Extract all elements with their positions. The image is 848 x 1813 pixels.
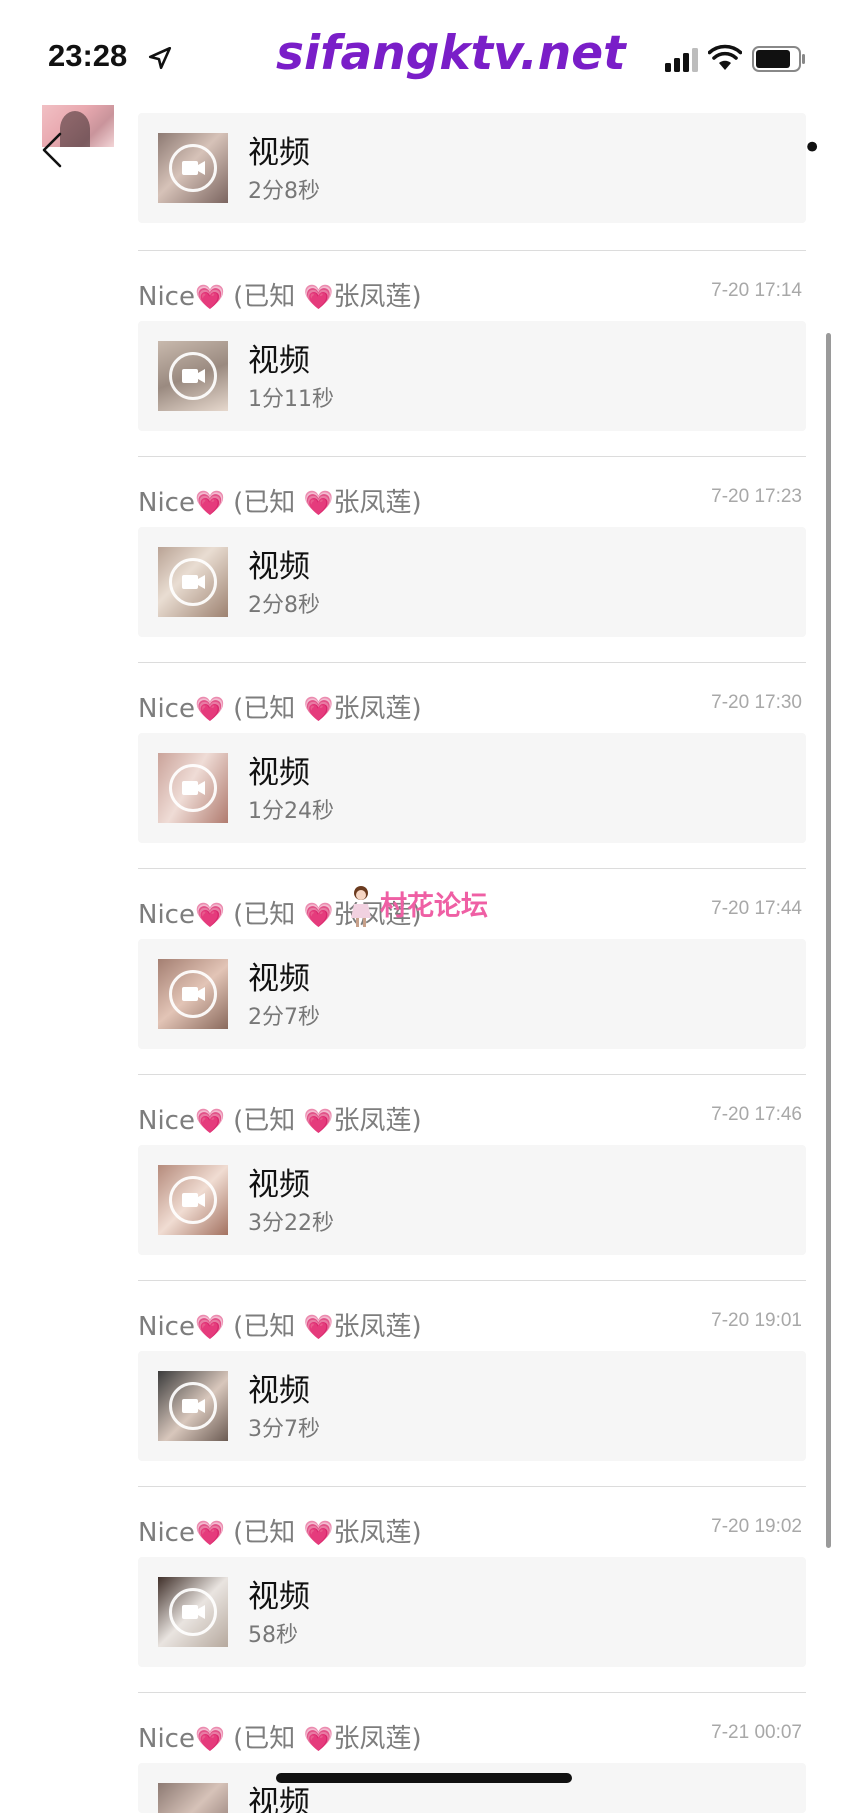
divider — [138, 456, 806, 457]
message-time: 7-20 17:44 — [711, 898, 802, 919]
heart-icon: 💗 — [303, 695, 334, 723]
heart-icon: 💗 — [194, 901, 225, 929]
heart-icon: 💗 — [303, 283, 334, 311]
video-card[interactable]: 视频 3分22秒 — [138, 1145, 806, 1255]
video-card[interactable]: 视频 1分11秒 — [138, 321, 806, 431]
cellular-signal-icon — [665, 48, 698, 72]
heart-icon: 💗 — [194, 695, 225, 723]
video-camera-icon — [169, 558, 217, 606]
heart-icon: 💗 — [194, 1107, 225, 1135]
video-camera-icon — [169, 1176, 217, 1224]
forum-watermark-text: 村花论坛 — [380, 891, 488, 922]
scrollbar[interactable] — [826, 333, 831, 1548]
video-duration: 3分7秒 — [248, 1417, 320, 1442]
video-camera-icon — [169, 1588, 217, 1636]
video-card[interactable]: 视频 1分24秒 — [138, 733, 806, 843]
video-duration: 1分24秒 — [248, 799, 334, 824]
sender-name: Nice💗 (已知 💗张凤莲) — [138, 1106, 422, 1136]
video-card[interactable]: 视频 3分7秒 — [138, 1351, 806, 1461]
video-thumbnail — [158, 1783, 228, 1813]
video-duration: 3分22秒 — [248, 1211, 334, 1236]
message-time: 7-20 19:02 — [711, 1516, 802, 1537]
video-thumbnail — [158, 1165, 228, 1235]
divider — [138, 1692, 806, 1693]
video-title: 视频 — [248, 549, 310, 585]
message-time: 7-21 00:07 — [711, 1722, 802, 1743]
video-thumbnail — [158, 133, 228, 203]
sender-name: Nice💗 (已知 💗张凤莲) — [138, 1312, 422, 1342]
heart-icon: 💗 — [303, 1519, 334, 1547]
divider — [138, 1074, 806, 1075]
heart-icon: 💗 — [194, 1519, 225, 1547]
video-thumbnail — [158, 1577, 228, 1647]
video-title: 视频 — [248, 343, 310, 379]
video-duration: 58秒 — [248, 1623, 298, 1648]
video-card[interactable]: 视频 2分8秒 — [138, 527, 806, 637]
video-thumbnail — [158, 547, 228, 617]
location-arrow-icon — [148, 46, 172, 70]
video-camera-icon — [169, 144, 217, 192]
heart-icon: 💗 — [303, 1107, 334, 1135]
heart-icon: 💗 — [194, 489, 225, 517]
heart-icon: 💗 — [194, 1725, 225, 1753]
message-time: 7-20 17:14 — [711, 280, 802, 301]
video-camera-icon — [169, 352, 217, 400]
video-title: 视频 — [248, 1167, 310, 1203]
message-time: 7-20 17:30 — [711, 692, 802, 713]
sender-name: Nice💗 (已知 💗张凤莲) — [138, 1724, 422, 1754]
heart-icon: 💗 — [303, 1725, 334, 1753]
video-duration: 2分7秒 — [248, 1005, 320, 1030]
video-camera-icon — [169, 764, 217, 812]
heart-icon: 💗 — [303, 1313, 334, 1341]
battery-icon — [752, 46, 805, 72]
wifi-icon — [708, 44, 742, 70]
heart-icon: 💗 — [303, 489, 334, 517]
home-indicator[interactable] — [276, 1773, 572, 1783]
sender-name: Nice💗 (已知 💗张凤莲) — [138, 694, 422, 724]
video-duration: 2分8秒 — [248, 179, 320, 204]
video-duration: 1分11秒 — [248, 387, 334, 412]
video-title: 视频 — [248, 1373, 310, 1409]
video-card[interactable]: 视频 2分7秒 — [138, 939, 806, 1049]
message-time: 7-20 17:23 — [711, 486, 802, 507]
status-time: 23:28 — [48, 38, 128, 73]
video-thumbnail — [158, 1371, 228, 1441]
heart-icon: 💗 — [303, 901, 334, 929]
heart-icon: 💗 — [194, 1313, 225, 1341]
back-chevron-icon[interactable] — [40, 130, 64, 170]
video-thumbnail — [158, 753, 228, 823]
video-duration: 2分8秒 — [248, 593, 320, 618]
video-title: 视频 — [248, 755, 310, 791]
girl-doll-icon — [351, 886, 371, 927]
sender-name: Nice💗 (已知 💗张凤莲) — [138, 488, 422, 518]
video-card[interactable]: 视频 58秒 — [138, 1557, 806, 1667]
video-thumbnail — [158, 959, 228, 1029]
sender-name: Nice💗 (已知 💗张凤莲) — [138, 282, 422, 312]
message-time: 7-20 17:46 — [711, 1104, 802, 1125]
forum-watermark: 村花论坛 — [346, 880, 506, 930]
heart-icon: 💗 — [194, 283, 225, 311]
video-camera-icon — [169, 970, 217, 1018]
video-card[interactable]: 视频 2分8秒 — [138, 113, 806, 223]
divider — [138, 1486, 806, 1487]
video-title: 视频 — [248, 1579, 310, 1615]
sender-name: Nice💗 (已知 💗张凤莲) — [138, 1518, 422, 1548]
divider — [138, 662, 806, 663]
video-card[interactable]: 视频 — [138, 1763, 806, 1813]
divider — [138, 868, 806, 869]
video-thumbnail — [158, 341, 228, 411]
video-title: 视频 — [248, 135, 310, 171]
status-bar: 23:28 sifangktv.net — [0, 0, 848, 110]
message-time: 7-20 19:01 — [711, 1310, 802, 1331]
video-camera-icon — [169, 1382, 217, 1430]
divider — [138, 250, 806, 251]
site-watermark: sifangktv.net — [276, 26, 626, 81]
divider — [138, 1280, 806, 1281]
video-title: 视频 — [248, 961, 310, 997]
